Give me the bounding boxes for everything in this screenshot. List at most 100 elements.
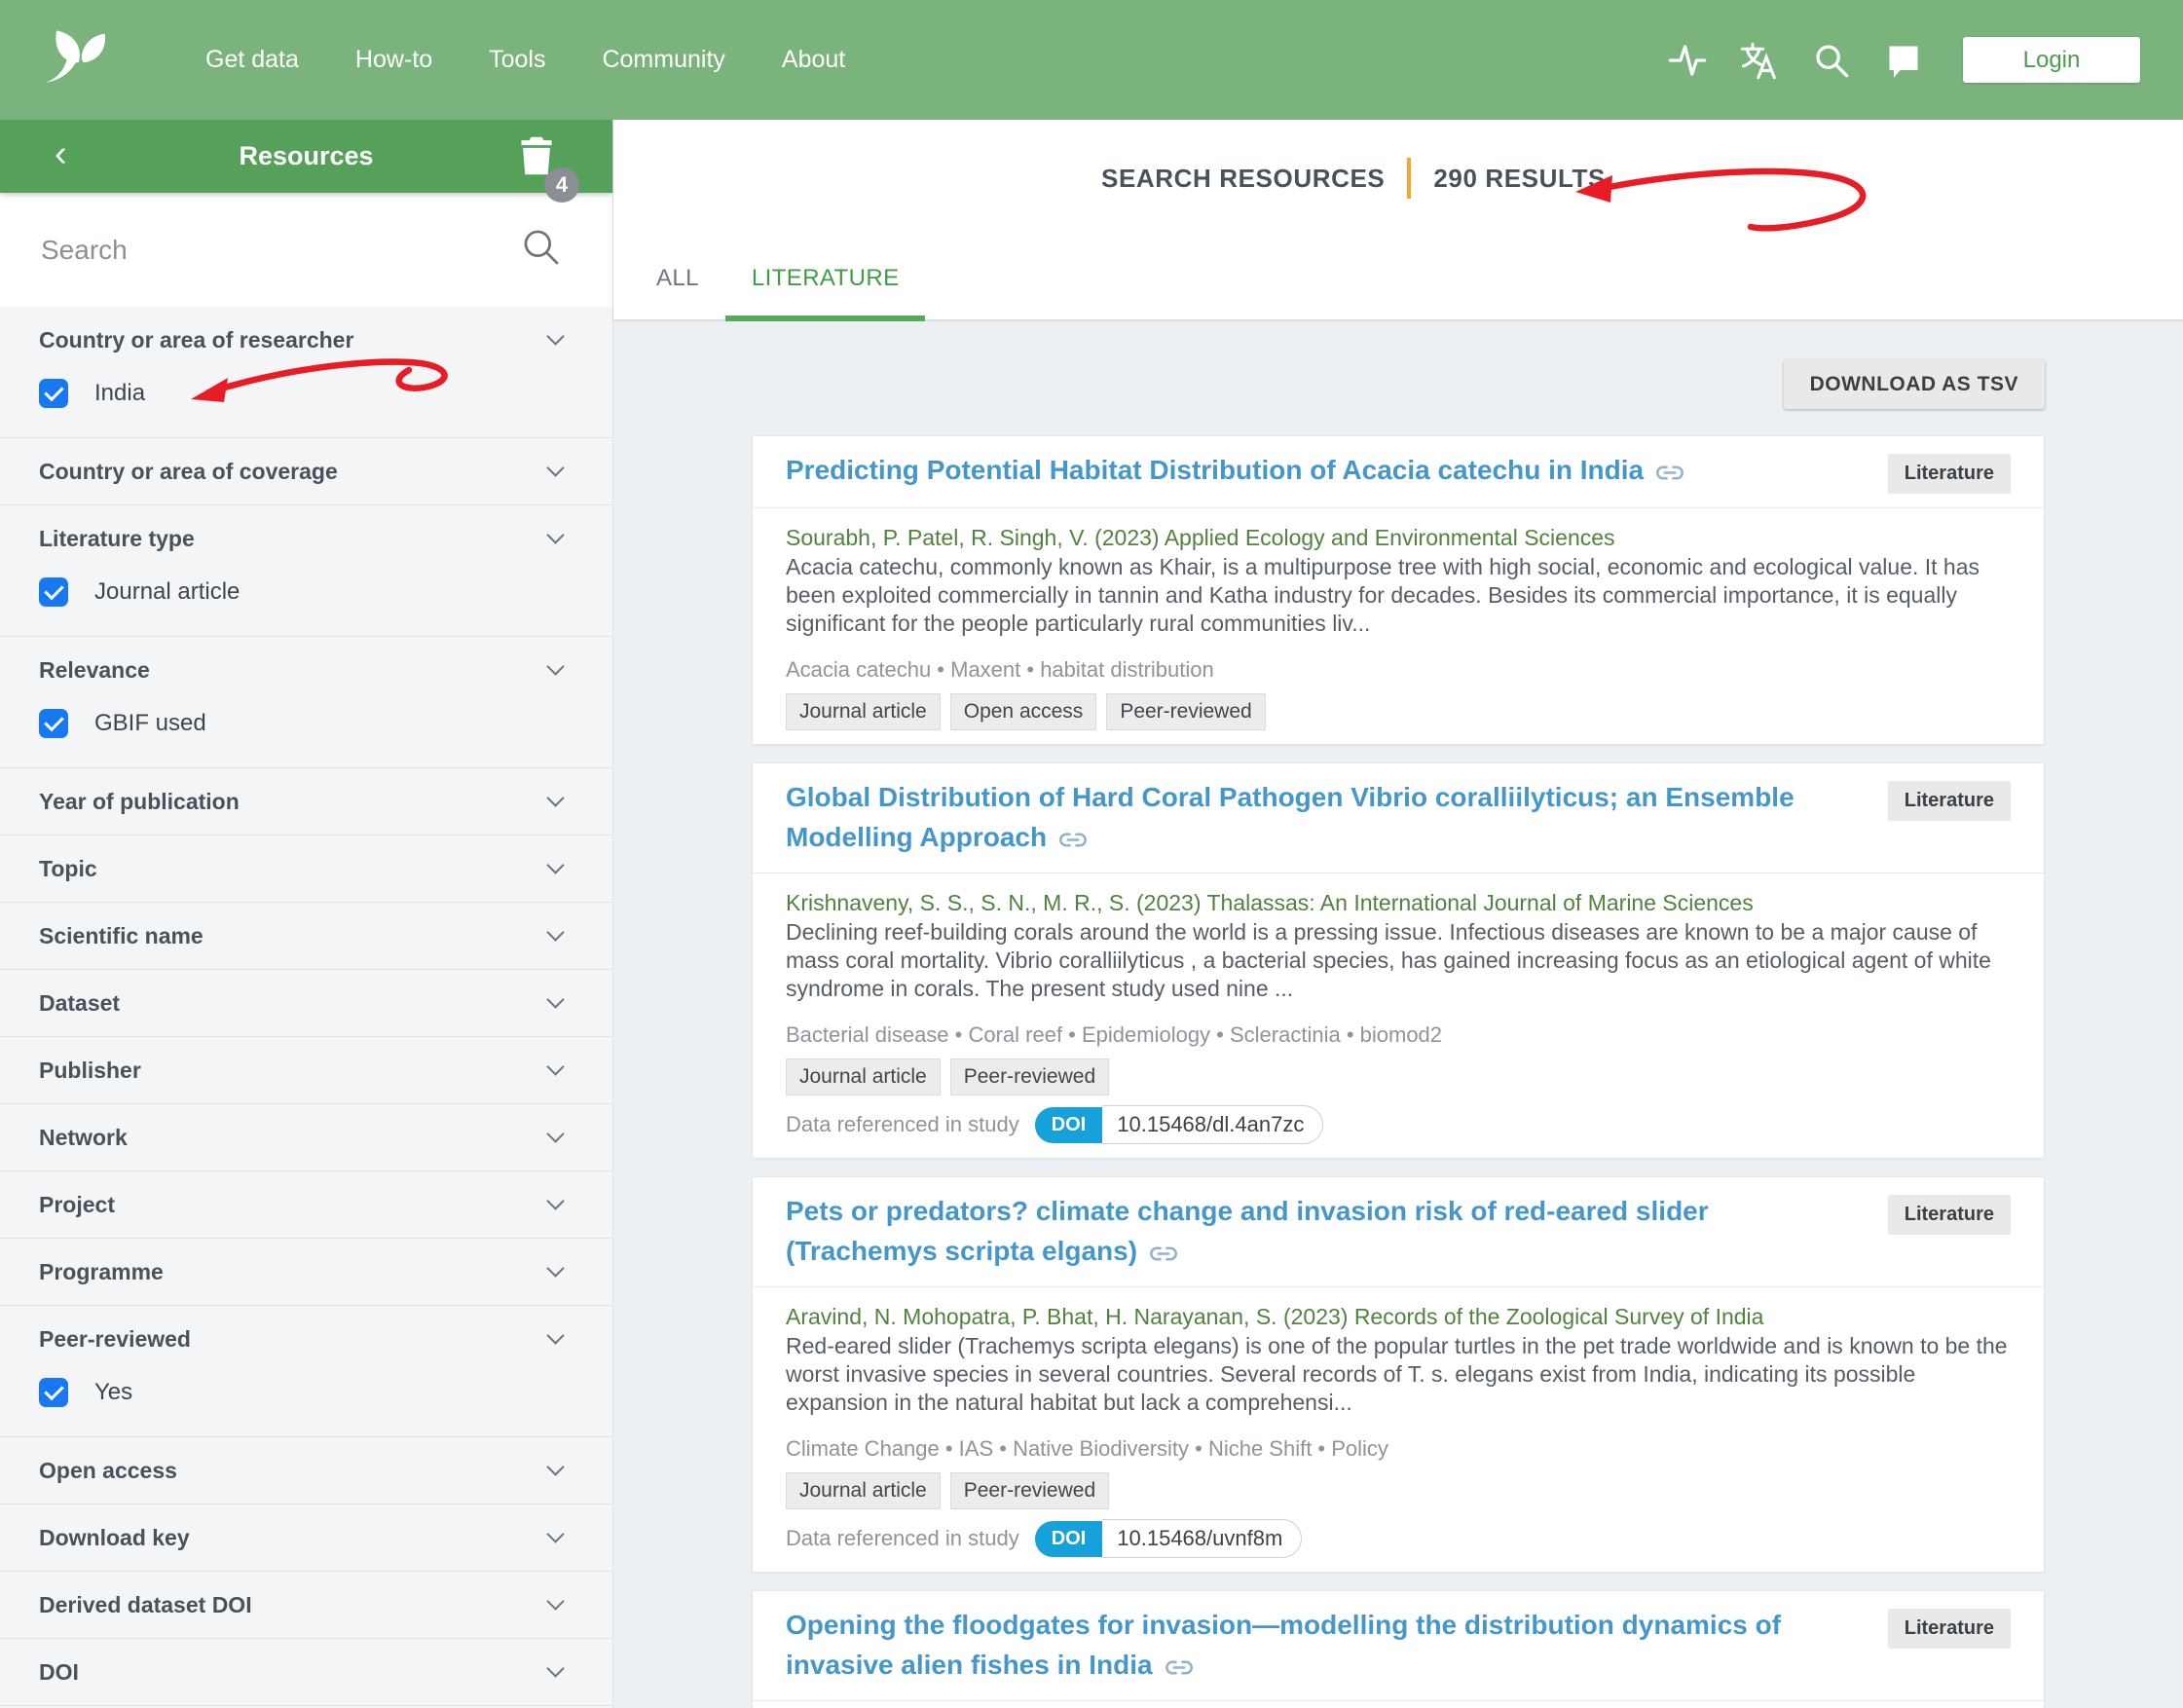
result-title-link[interactable]: Predicting Potential Habitat Distributio… [786, 450, 1859, 492]
translate-icon[interactable] [1739, 40, 1780, 81]
chat-icon[interactable] [1883, 40, 1924, 81]
filter-section-header[interactable]: Open access [39, 1437, 562, 1504]
nav-menu-item[interactable]: Get data [177, 46, 327, 74]
result-tags: Journal articlePeer-reviewed [786, 1058, 2011, 1095]
filter-option[interactable]: Yes [39, 1372, 562, 1436]
chevron-down-icon [546, 1458, 564, 1475]
result-abstract: Red-eared slider (Trachemys scripta eleg… [786, 1332, 2011, 1417]
filter-section-header[interactable]: Publisher [39, 1037, 562, 1103]
filter-option[interactable]: India [39, 373, 562, 437]
chevron-down-icon [546, 1259, 564, 1277]
card-body: Aravind, N. Mohopatra, P. Bhat, H. Naray… [753, 1287, 2044, 1572]
filter-section-header[interactable]: Literature type [39, 505, 562, 572]
link-icon[interactable] [1149, 1233, 1178, 1273]
main-content: SEARCH RESOURCES 290 RESULTS ALL LITERAT… [613, 120, 2183, 1708]
filter-section: Programme [0, 1239, 612, 1306]
result-tag-chip: Peer-reviewed [1106, 693, 1265, 730]
filter-label: Peer-reviewed [39, 1326, 191, 1353]
link-icon[interactable] [1165, 1647, 1194, 1687]
login-button[interactable]: Login [1963, 37, 2140, 83]
results-tab[interactable]: ALL [630, 237, 725, 319]
filter-section: Scientific name [0, 903, 612, 970]
gbif-resources-page: Get dataHow-toToolsCommunityAbout [0, 0, 2183, 1708]
literature-result-card: Global Distribution of Hard Coral Pathog… [752, 762, 2045, 1159]
filter-section-header[interactable]: Derived dataset DOI [39, 1572, 562, 1638]
nav-menu-item[interactable]: How-to [327, 46, 461, 74]
filter-label: Download key [39, 1525, 190, 1551]
filter-section-header[interactable]: Country or area of coverage [39, 438, 562, 504]
filter-section-header[interactable]: Scientific name [39, 903, 562, 969]
main-menu: Get dataHow-toToolsCommunityAbout [177, 46, 873, 74]
result-title-link[interactable]: Global Distribution of Hard Coral Pathog… [786, 777, 1859, 859]
filter-section-header[interactable]: Peer-reviewed [39, 1306, 562, 1372]
result-title-link[interactable]: Pets or predators? climate change and in… [786, 1191, 1859, 1273]
filter-section: Country or area of coverage [0, 438, 612, 505]
filter-section: Topic [0, 835, 612, 903]
search-icon[interactable] [1811, 40, 1852, 81]
result-abstract: Acacia catechu, commonly known as Khair,… [786, 553, 2011, 638]
filter-section: Download key [0, 1504, 612, 1572]
trash-icon[interactable]: 4 [519, 136, 556, 177]
filter-section-header[interactable]: Relevance [39, 637, 562, 703]
doi-row-label: Data referenced in study [786, 1526, 1019, 1551]
filter-section-header[interactable]: Country or area of researcher [39, 307, 562, 373]
filter-section-header[interactable]: Network [39, 1104, 562, 1170]
filter-option[interactable]: GBIF used [39, 703, 562, 767]
download-tsv-button[interactable]: DOWNLOAD AS TSV [1784, 360, 2045, 409]
filter-option[interactable]: Journal article [39, 572, 562, 636]
checkbox-checked-icon[interactable] [39, 577, 68, 607]
filter-section-header[interactable]: Programme [39, 1239, 562, 1305]
result-abstract: Declining reef-building corals around th… [786, 918, 2011, 1003]
card-header: Pets or predators? climate change and in… [753, 1177, 2044, 1287]
literature-type-badge: Literature [1888, 454, 2011, 494]
nav-menu-item[interactable]: Tools [461, 46, 574, 74]
gbif-logo[interactable] [39, 21, 107, 99]
result-title-link[interactable]: Opening the floodgates for invasion—mode… [786, 1605, 1859, 1687]
filter-section-header[interactable]: Year of publication [39, 768, 562, 835]
doi-value-link[interactable]: 10.15468/dl.4an7zc [1102, 1105, 1323, 1144]
search-icon[interactable] [521, 227, 562, 273]
chevron-down-icon [546, 1192, 564, 1209]
filter-section-header[interactable]: Dataset [39, 970, 562, 1036]
filter-label: Network [39, 1125, 128, 1151]
sidebar-header: ‹ Resources 4 [0, 120, 612, 193]
results-header-bar: SEARCH RESOURCES 290 RESULTS ALL LITERAT… [613, 120, 2183, 321]
nav-menu-item[interactable]: Community [574, 46, 753, 74]
result-tag-chip: Open access [950, 693, 1097, 730]
result-tags: Journal articlePeer-reviewed [786, 1472, 2011, 1509]
filter-section: DOI [0, 1639, 612, 1706]
link-icon[interactable] [1058, 819, 1088, 859]
tab-label: LITERATURE [752, 265, 900, 292]
filters-sidebar: ‹ Resources 4 Country or area of researc… [0, 120, 613, 1708]
link-icon[interactable] [1655, 452, 1684, 492]
result-title-text: Pets or predators? climate change and in… [786, 1196, 1709, 1266]
doi-value-link[interactable]: 10.15468/uvnf8m [1102, 1519, 1302, 1558]
sidebar-search-input[interactable] [39, 234, 521, 267]
filter-section: Country or area of researcher India [0, 307, 612, 438]
doi-row: Data referenced in study DOI 10.15468/uv… [786, 1519, 2011, 1558]
results-tab[interactable]: LITERATURE [725, 237, 926, 319]
activity-icon[interactable] [1667, 40, 1708, 81]
checkbox-checked-icon[interactable] [39, 1378, 68, 1407]
filter-section-header[interactable]: DOI [39, 1639, 562, 1705]
filter-label: Dataset [39, 990, 120, 1017]
header-separator [1407, 158, 1411, 199]
nav-menu-item[interactable]: About [754, 46, 873, 74]
literature-result-card: Predicting Potential Habitat Distributio… [752, 435, 2045, 745]
filter-section-header[interactable]: Topic [39, 835, 562, 902]
results-header-title: SEARCH RESOURCES [1101, 164, 1385, 194]
doi-badge: DOI [1035, 1107, 1103, 1143]
card-body: Sourabh, P. Patel, R. Singh, V. (2023) A… [753, 508, 2044, 744]
chevron-down-icon [546, 1592, 564, 1610]
result-authors: Sourabh, P. Patel, R. Singh, V. (2023) A… [786, 524, 2011, 551]
active-tab-underline [725, 316, 926, 321]
checkbox-checked-icon[interactable] [39, 379, 68, 408]
checkbox-checked-icon[interactable] [39, 709, 68, 738]
filter-section-header[interactable]: Download key [39, 1504, 562, 1571]
literature-type-badge: Literature [1888, 781, 2011, 821]
back-chevron-icon[interactable]: ‹ [55, 134, 67, 171]
filter-section-header[interactable]: Project [39, 1171, 562, 1238]
chevron-down-icon [546, 526, 564, 543]
sidebar-search [0, 193, 612, 307]
filter-label: Topic [39, 856, 97, 882]
